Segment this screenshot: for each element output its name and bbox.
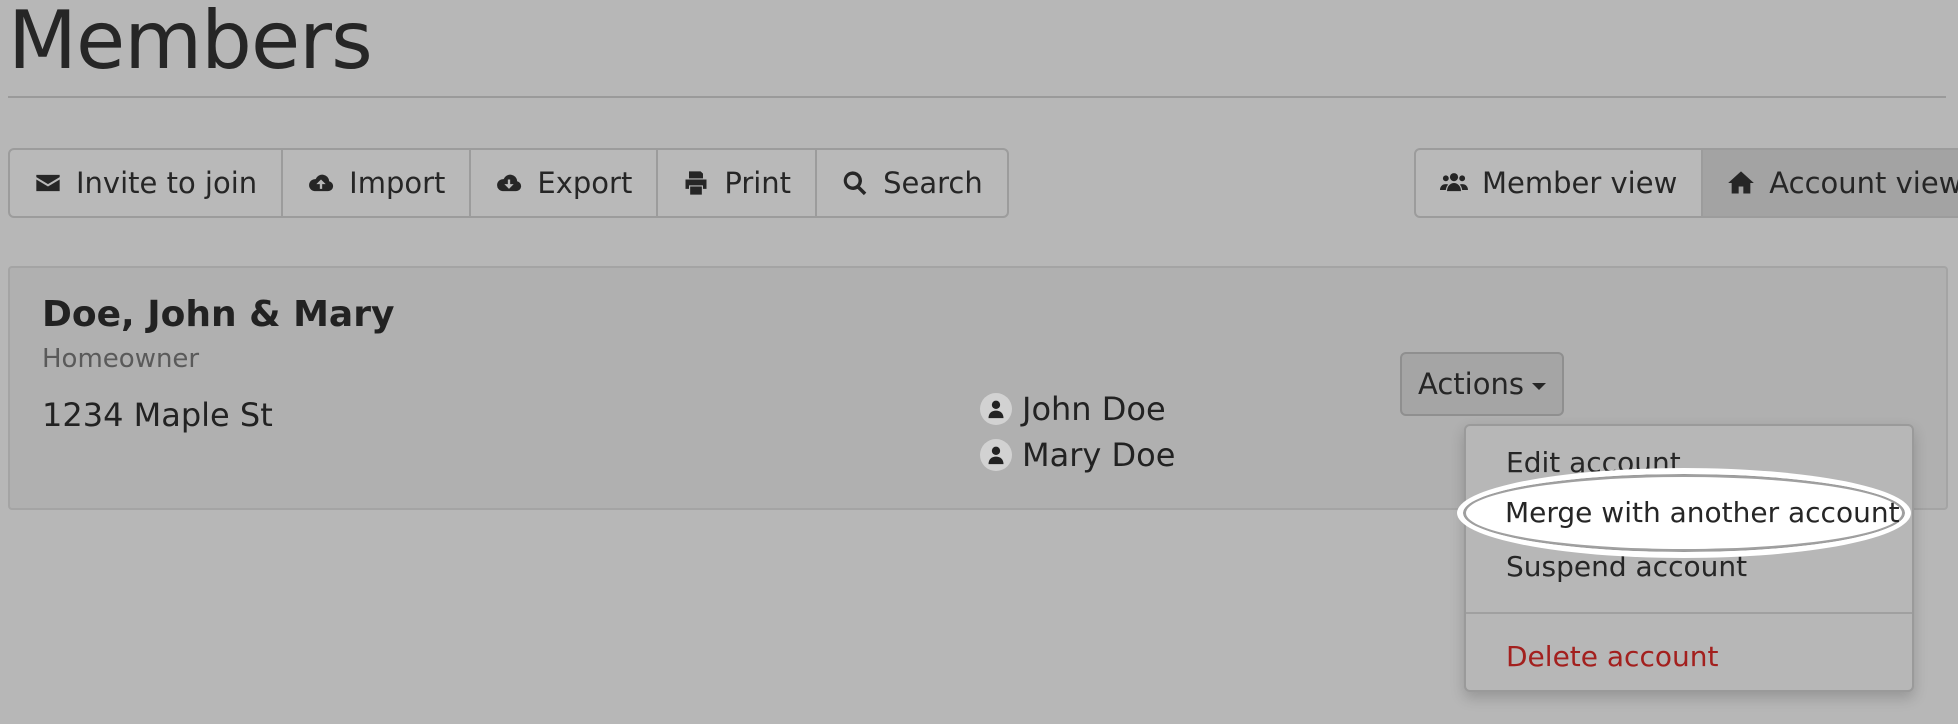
export-label: Export (537, 166, 633, 200)
member-name: Mary Doe (1022, 436, 1176, 474)
member-name: John Doe (1022, 390, 1166, 428)
member-mary-doe[interactable]: Mary Doe (980, 436, 1175, 474)
account-name[interactable]: Doe, John & Mary (42, 294, 394, 335)
view-toggle: Member view Account view (1414, 148, 1958, 218)
merge-account-menu-item[interactable]: Merge with another account (1505, 496, 1900, 529)
account-address: 1234 Maple St (42, 396, 273, 434)
account-view-button[interactable]: Account view (1703, 150, 1958, 216)
actions-label: Actions (1418, 367, 1524, 401)
print-label: Print (724, 166, 792, 200)
member-view-button[interactable]: Member view (1416, 150, 1704, 216)
export-button[interactable]: Export (471, 150, 659, 216)
cloud-download-icon (497, 174, 522, 192)
user-icon (980, 393, 1012, 425)
import-button[interactable]: Import (283, 150, 472, 216)
suspend-account-menu-item[interactable]: Suspend account (1506, 550, 1747, 583)
search-label: Search (883, 166, 983, 200)
delete-account-menu-item[interactable]: Delete account (1506, 640, 1718, 673)
invite-to-join-button[interactable]: Invite to join (10, 150, 284, 216)
title-divider (8, 96, 1946, 98)
menu-divider (1466, 612, 1912, 614)
actions-menu: Edit account Suspend account Delete acco… (1464, 424, 1914, 692)
search-icon (843, 171, 867, 196)
import-label: Import (349, 166, 446, 200)
print-button[interactable]: Print (658, 150, 818, 216)
member-view-label: Member view (1482, 166, 1678, 200)
users-icon (1440, 173, 1468, 192)
account-type: Homeowner (42, 344, 200, 374)
members-toolbar: Invite to join Import Export Print Searc… (8, 148, 1009, 218)
search-button[interactable]: Search (817, 150, 1007, 216)
page-title: Members (8, 0, 373, 87)
invite-to-join-label: Invite to join (76, 166, 258, 200)
cloud-upload-icon (309, 174, 334, 192)
account-view-label: Account view (1769, 166, 1958, 200)
home-icon (1728, 171, 1755, 194)
caret-down-icon (1531, 382, 1546, 390)
envelope-icon (36, 174, 60, 192)
actions-dropdown-button[interactable]: Actions (1400, 352, 1564, 416)
members-page: Members Invite to join Import Export Pri… (0, 0, 1958, 724)
member-john-doe[interactable]: John Doe (980, 390, 1166, 428)
print-icon (685, 171, 707, 195)
user-icon (980, 439, 1012, 471)
